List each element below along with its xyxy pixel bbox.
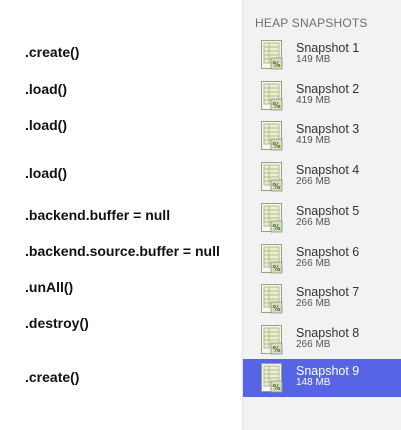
snapshot-item-4[interactable]: % Snapshot 4 266 MB (243, 158, 401, 196)
snapshot-size: 266 MB (296, 258, 331, 269)
code-step-8: .destroy() (25, 315, 89, 331)
snapshot-size: 266 MB (296, 339, 331, 350)
code-step-6: .backend.source.buffer = null (25, 243, 220, 259)
snapshot-file-icon: % (259, 80, 285, 112)
panel-header: HEAP SNAPSHOTS (255, 16, 368, 30)
snapshot-name: Snapshot 1 (296, 41, 360, 55)
code-step-9: .create() (25, 369, 80, 385)
snapshot-size: 149 MB (296, 54, 331, 65)
snapshot-size: 148 MB (296, 377, 331, 388)
snapshot-item-1[interactable]: % Snapshot 1 149 MB (243, 36, 401, 74)
snapshot-item-8[interactable]: % Snapshot 8 266 MB (243, 321, 401, 359)
snapshot-name: Snapshot 3 (296, 122, 360, 136)
svg-text:%: % (272, 182, 280, 191)
snapshot-name: Snapshot 2 (296, 82, 360, 96)
snapshot-size: 266 MB (296, 217, 331, 228)
code-step-2: .load() (25, 81, 67, 97)
snapshot-file-icon: % (259, 283, 285, 315)
snapshot-file-icon: % (259, 362, 285, 394)
snapshot-name: Snapshot 6 (296, 245, 360, 259)
snapshot-name: Snapshot 7 (296, 285, 360, 299)
code-step-5: .backend.buffer = null (25, 207, 171, 223)
snapshot-file-icon: % (259, 243, 285, 275)
svg-text:%: % (272, 264, 280, 273)
svg-text:%: % (272, 223, 280, 232)
snapshot-size: 266 MB (296, 298, 331, 309)
svg-text:%: % (272, 141, 280, 150)
snapshot-item-7[interactable]: % Snapshot 7 266 MB (243, 280, 401, 318)
code-step-7: .unAll() (25, 279, 74, 295)
snapshot-name: Snapshot 9 (296, 364, 360, 378)
snapshot-name: Snapshot 8 (296, 326, 360, 340)
code-step-1: .create() (25, 44, 80, 60)
snapshot-name: Snapshot 4 (296, 163, 360, 177)
svg-text:%: % (272, 304, 280, 313)
code-step-3: .load() (25, 117, 67, 133)
svg-text:%: % (272, 383, 280, 392)
snapshot-file-icon: % (259, 120, 285, 152)
snapshot-size: 419 MB (296, 135, 331, 146)
snapshot-item-3[interactable]: % Snapshot 3 419 MB (243, 117, 401, 155)
snapshot-name: Snapshot 5 (296, 204, 360, 218)
svg-text:%: % (272, 60, 280, 69)
code-step-4: .load() (25, 165, 67, 181)
snapshot-size: 266 MB (296, 176, 331, 187)
snapshot-item-6[interactable]: % Snapshot 6 266 MB (243, 240, 401, 278)
snapshot-file-icon: % (259, 161, 285, 193)
snapshot-item-9[interactable]: % Snapshot 9 148 MB (243, 359, 401, 397)
svg-text:%: % (272, 345, 280, 354)
snapshot-item-2[interactable]: % Snapshot 2 419 MB (243, 77, 401, 115)
snapshot-file-icon: % (259, 202, 285, 234)
svg-text:%: % (272, 101, 280, 110)
snapshot-file-icon: % (259, 39, 285, 71)
snapshot-size: 419 MB (296, 95, 331, 106)
heap-snapshots-panel: HEAP SNAPSHOTS % Snapshot 1 149 MB % Snap… (242, 0, 401, 430)
snapshot-item-5[interactable]: % Snapshot 5 266 MB (243, 199, 401, 237)
snapshot-file-icon: % (259, 324, 285, 356)
